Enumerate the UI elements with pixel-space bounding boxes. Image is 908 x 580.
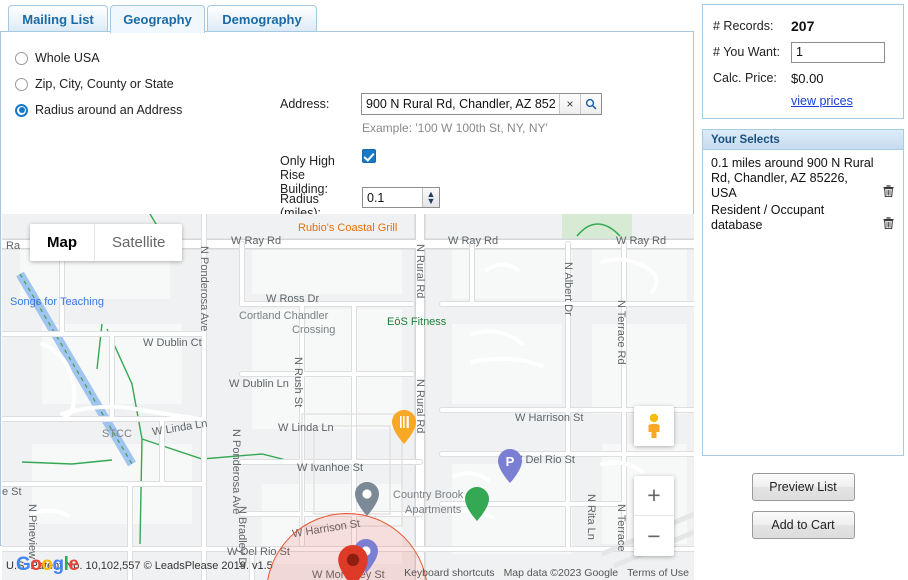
target-address-pin[interactable] bbox=[338, 545, 368, 580]
trash-icon[interactable] bbox=[881, 217, 895, 233]
calc-price-value: $0.00 bbox=[791, 70, 824, 86]
clear-icon-glyph: × bbox=[566, 97, 574, 111]
parking-pin[interactable]: P bbox=[498, 449, 522, 483]
tab-strip: Mailing List Geography Demography bbox=[0, 0, 694, 33]
radio-radius-around-address-mark bbox=[15, 103, 28, 117]
zoom-out-icon: − bbox=[647, 522, 661, 549]
select-item-text: Resident / Occupant database bbox=[711, 203, 825, 232]
stepper-down-icon: ▼ bbox=[426, 195, 436, 206]
address-input[interactable] bbox=[362, 94, 559, 114]
your-selects-title: Your Selects bbox=[703, 130, 903, 150]
logo-letter-o1: o bbox=[30, 554, 42, 575]
map-zoom-controls[interactable]: + − bbox=[634, 476, 674, 556]
radio-zip-city-county-state-label: Zip, City, County or State bbox=[35, 77, 174, 91]
street-view-pegman-icon[interactable] bbox=[634, 406, 674, 446]
map-type-satellite[interactable]: Satellite bbox=[94, 224, 182, 261]
high-rise-checkbox[interactable] bbox=[362, 149, 376, 163]
tab-geography[interactable]: Geography bbox=[110, 5, 205, 33]
you-want-label: # You Want: bbox=[713, 45, 780, 59]
place-pin-cortland[interactable] bbox=[355, 482, 379, 516]
tab-geography-label: Geography bbox=[123, 12, 192, 27]
map-viewport[interactable]: Ra W Ray Rd W Ray Rd W Ray Rd Rubio's Coasta… bbox=[2, 214, 694, 580]
calc-price-label: Calc. Price: bbox=[713, 71, 777, 85]
map-type-satellite-label: Satellite bbox=[112, 234, 166, 251]
svg-text:P: P bbox=[506, 454, 515, 469]
trash-icon[interactable] bbox=[881, 185, 895, 201]
list-item: Resident / Occupant database bbox=[711, 203, 895, 233]
list-item: 0.1 miles around 900 N Rural Rd, Chandle… bbox=[711, 156, 895, 201]
you-want-input[interactable] bbox=[791, 41, 885, 63]
address-example-hint: Example: '100 W 100th St, NY, NY' bbox=[362, 121, 548, 135]
trash-icon-svg bbox=[883, 185, 893, 198]
map-attribution: Keyboard shortcuts Map data ©2023 Google… bbox=[404, 567, 689, 579]
tab-mailing-list[interactable]: Mailing List bbox=[8, 5, 108, 32]
view-prices-link[interactable]: view prices bbox=[791, 94, 853, 108]
map-type-switcher[interactable]: Map Satellite bbox=[30, 224, 183, 261]
records-row: # Records: 207 bbox=[713, 13, 893, 39]
place-pin-eos[interactable] bbox=[465, 487, 489, 521]
logo-letter-g1: G bbox=[16, 554, 31, 575]
map-type-map-label: Map bbox=[47, 234, 77, 251]
tab-demography[interactable]: Demography bbox=[207, 5, 317, 32]
preview-list-label: Preview List bbox=[769, 480, 837, 494]
radius-field-wrapper: ▲ ▼ bbox=[362, 187, 440, 208]
search-icon-svg bbox=[585, 98, 597, 110]
tab-demography-label: Demography bbox=[222, 11, 302, 27]
geography-panel-body: Whole USA Zip, City, County or State Rad… bbox=[0, 31, 694, 580]
logo-letter-o2: o bbox=[41, 554, 53, 575]
you-want-row: # You Want: bbox=[713, 39, 893, 65]
radius-stepper[interactable]: ▲ ▼ bbox=[422, 188, 439, 207]
preview-list-button[interactable]: Preview List bbox=[751, 473, 855, 501]
radio-zip-city-county-state-mark bbox=[15, 77, 28, 91]
radio-radius-around-address[interactable]: Radius around an Address bbox=[15, 103, 182, 117]
records-value: 207 bbox=[791, 18, 815, 34]
radio-whole-usa-label: Whole USA bbox=[35, 51, 100, 65]
high-rise-label: Only High Rise Building: bbox=[280, 154, 335, 196]
address-field-wrapper: × bbox=[361, 93, 602, 115]
calc-price-row: Calc. Price: $0.00 bbox=[713, 65, 893, 91]
clear-icon[interactable]: × bbox=[559, 94, 580, 114]
radio-whole-usa-mark bbox=[15, 51, 28, 65]
add-to-cart-label: Add to Cart bbox=[771, 518, 835, 532]
map-data-credit: Map data ©2023 Google bbox=[503, 567, 619, 579]
pegman-svg bbox=[648, 413, 660, 438]
radio-whole-usa[interactable]: Whole USA bbox=[15, 51, 100, 65]
geography-panel: Mailing List Geography Demography Whole … bbox=[0, 0, 694, 580]
trash-icon-svg bbox=[883, 217, 893, 230]
sidebar: # Records: 207 # You Want: Calc. Price: … bbox=[702, 4, 904, 539]
records-label: # Records: bbox=[713, 19, 774, 33]
terms-of-use-link[interactable]: Terms of Use bbox=[627, 567, 689, 579]
radius-input[interactable] bbox=[363, 188, 422, 207]
your-selects-card: Your Selects 0.1 miles around 900 N Rura… bbox=[702, 129, 904, 456]
zoom-out-button[interactable]: − bbox=[634, 516, 674, 556]
leadsplease-app: Mailing List Geography Demography Whole … bbox=[0, 0, 908, 580]
zoom-in-icon: + bbox=[647, 482, 661, 508]
add-to-cart-button[interactable]: Add to Cart bbox=[751, 511, 855, 539]
tab-mailing-list-label: Mailing List bbox=[22, 11, 94, 27]
records-card: # Records: 207 # You Want: Calc. Price: … bbox=[702, 4, 904, 119]
select-item-text: 0.1 miles around 900 N Rural Rd, Chandle… bbox=[711, 156, 874, 200]
search-icon[interactable] bbox=[580, 94, 601, 114]
restaurant-pin[interactable] bbox=[392, 410, 416, 444]
address-label: Address: bbox=[280, 97, 330, 111]
zoom-in-button[interactable]: + bbox=[634, 476, 674, 516]
keyboard-shortcuts-link[interactable]: Keyboard shortcuts bbox=[404, 567, 494, 579]
logo-letter-e: e bbox=[68, 554, 79, 575]
google-logo: Google bbox=[16, 554, 79, 576]
logo-letter-g2: g bbox=[52, 554, 65, 575]
your-selects-list: 0.1 miles around 900 N Rural Rd, Chandle… bbox=[703, 150, 903, 455]
radio-zip-city-county-state[interactable]: Zip, City, County or State bbox=[15, 77, 174, 91]
map-type-map[interactable]: Map bbox=[30, 224, 94, 261]
radio-radius-around-address-label: Radius around an Address bbox=[35, 103, 183, 117]
